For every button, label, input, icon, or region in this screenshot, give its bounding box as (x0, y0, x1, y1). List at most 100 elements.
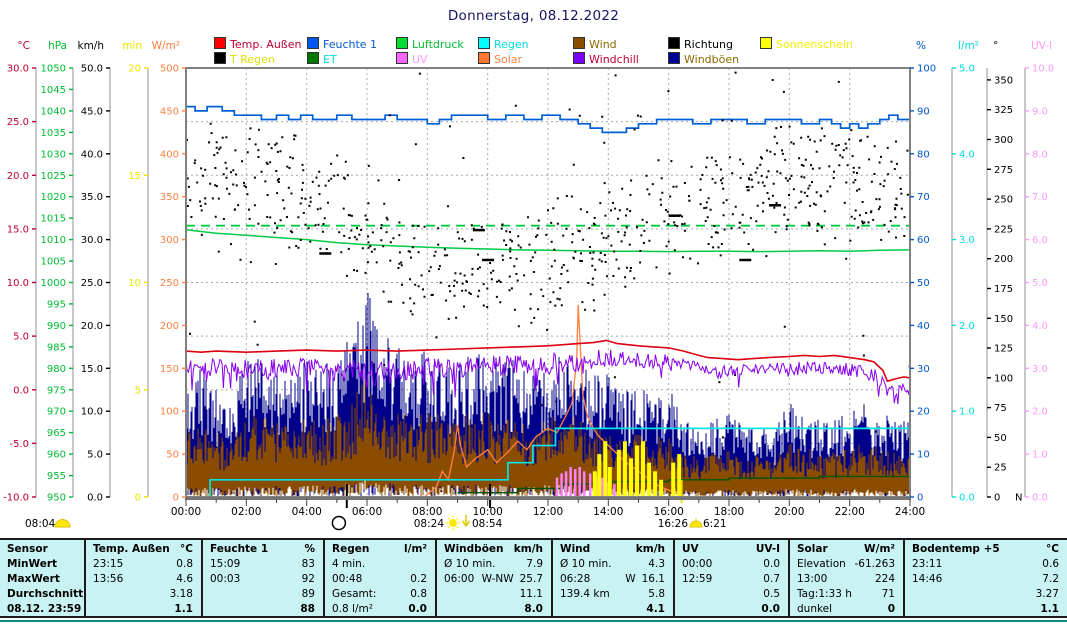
legend-item-t-regen: T Regen (214, 52, 275, 64)
axis-pressure: 9509559609659709759809859909951000100510… (41, 40, 73, 504)
sun-down-label: 16:26 (658, 518, 689, 530)
table-header-wind: Windkm/h (553, 541, 673, 556)
svg-text:25.0: 25.0 (7, 117, 29, 128)
legend-swatch-feuchte-1 (307, 37, 319, 49)
svg-text:150: 150 (160, 364, 179, 375)
svg-text:10.0: 10.0 (1032, 64, 1054, 75)
x-tick-label: 16:00 (654, 506, 684, 518)
table-cell: Tag:1:33 h71 (790, 586, 903, 601)
axis-unit-wind: km/h (77, 40, 104, 52)
svg-text:20: 20 (128, 64, 141, 75)
svg-text:960: 960 (47, 450, 66, 461)
table-cell: 11.1 (437, 586, 551, 601)
bottom-divider (0, 620, 1067, 622)
table-cell: 0.8 l/m²0.0 (325, 601, 435, 616)
svg-text:7.0: 7.0 (1032, 192, 1048, 203)
svg-text:4.0: 4.0 (1032, 321, 1048, 332)
svg-text:0: 0 (173, 493, 179, 504)
series-sunshine-bar (629, 458, 633, 497)
svg-text:1020: 1020 (41, 192, 66, 203)
table-cell: Elevation-61.263 (790, 556, 903, 571)
svg-text:0: 0 (994, 493, 1000, 504)
series-sunshine-bar (659, 480, 663, 497)
svg-text:1035: 1035 (41, 128, 66, 139)
x-tick-label: 20:00 (774, 506, 804, 518)
legend-swatch-sonnenschein (760, 37, 772, 49)
svg-text:N: N (1015, 493, 1022, 504)
legend-label: Luftdruck (412, 38, 464, 51)
svg-text:45.0: 45.0 (81, 106, 103, 117)
x-tick-label: 08:00 (412, 506, 442, 518)
svg-text:30.0: 30.0 (81, 235, 103, 246)
x-tick-label: 02:00 (231, 506, 261, 518)
svg-text:40: 40 (917, 321, 930, 332)
x-tick-label: 10:00 (473, 506, 503, 518)
svg-text:1.0: 1.0 (959, 407, 975, 418)
page-title: Donnerstag, 08.12.2022 (0, 8, 1067, 24)
table-cell: 13:564.6 (86, 571, 201, 586)
svg-text:325: 325 (994, 105, 1013, 116)
svg-text:1040: 1040 (41, 106, 66, 117)
legend-label: Windchill (589, 53, 639, 66)
svg-text:1010: 1010 (41, 235, 66, 246)
sun-below-horizon-icon (463, 515, 470, 526)
svg-text:3.0: 3.0 (1032, 364, 1048, 375)
series-sunshine-bar (617, 450, 621, 497)
axis-unit-pressure: hPa (48, 40, 67, 52)
axis-unit-temperature: °C (17, 40, 30, 52)
svg-text:8.0: 8.0 (1032, 149, 1048, 160)
table-col-temp-au-en: Temp. Außen°C23:150.813:564.63.181.1 (86, 540, 203, 618)
svg-text:10.0: 10.0 (81, 407, 103, 418)
svg-text:990: 990 (47, 321, 66, 332)
axis-temperature: -10.0-5.00.05.010.015.020.025.030.0°C (3, 40, 36, 504)
series-sunshine-bar (608, 467, 612, 497)
table-col-uv: UVUV-I00:000.012:590.70.50.0 (675, 540, 790, 618)
svg-text:15.0: 15.0 (7, 224, 29, 235)
table-header-temp-au-en: Temp. Außen°C (86, 541, 201, 556)
legend-swatch-windchill (573, 52, 585, 64)
table-cell: 4.1 (553, 601, 673, 616)
axis-unit-solar: W/m² (152, 40, 180, 52)
svg-text:50.0: 50.0 (81, 64, 103, 75)
table-cell: 06:00W-NW25.7 (437, 571, 551, 586)
svg-text:-10.0: -10.0 (3, 493, 29, 504)
svg-text:965: 965 (47, 428, 66, 439)
svg-text:2.0: 2.0 (1032, 407, 1048, 418)
svg-text:0.0: 0.0 (1032, 493, 1048, 504)
table-cell: 0.0 (675, 601, 788, 616)
x-tick-label: 12:00 (533, 506, 563, 518)
table-cell: 08.12. 23:59 (0, 601, 84, 616)
table-cell: 3.18 (86, 586, 201, 601)
axis-humidity: 0102030405060708090100% (910, 40, 936, 504)
table-cell: 1.1 (905, 601, 1067, 616)
sun-icon (446, 516, 461, 531)
x-tick-label: 04:00 (292, 506, 322, 518)
svg-text:300: 300 (160, 235, 179, 246)
half-sun-icon (55, 520, 70, 528)
x-tick-label: 22:00 (835, 506, 865, 518)
legend-swatch-t-regen (214, 52, 226, 64)
legend-item-luftdruck: Luftdruck (396, 37, 464, 49)
svg-text:400: 400 (160, 149, 179, 160)
svg-text:500: 500 (160, 64, 179, 75)
svg-text:0.0: 0.0 (87, 493, 103, 504)
svg-text:80: 80 (917, 149, 930, 160)
svg-text:200: 200 (160, 321, 179, 332)
svg-text:0: 0 (917, 493, 923, 504)
x-tick-label: 14:00 (593, 506, 623, 518)
table-cell: MinWert (0, 556, 84, 571)
table-cell: 89 (203, 586, 323, 601)
x-tick-label: 24:00 (895, 506, 925, 518)
svg-text:0.0: 0.0 (959, 493, 975, 504)
legend-swatch-solar (478, 52, 490, 64)
legend-item-regen: Regen (478, 37, 529, 49)
svg-text:350: 350 (994, 75, 1013, 86)
table-col-bodentemp-5: Bodentemp +5°C23:110.614:467.23.271.1 (905, 540, 1067, 618)
svg-text:50: 50 (917, 278, 930, 289)
legend-swatch-uv (396, 52, 408, 64)
sensor-summary-table: SensorMinWertMaxWertDurchschnitt08.12. 2… (0, 538, 1067, 618)
legend-item-uv: UV (396, 52, 428, 64)
series-sunshine-bar (597, 454, 601, 497)
svg-text:175: 175 (994, 284, 1013, 295)
legend-item-windb-en: Windböen (668, 52, 739, 64)
